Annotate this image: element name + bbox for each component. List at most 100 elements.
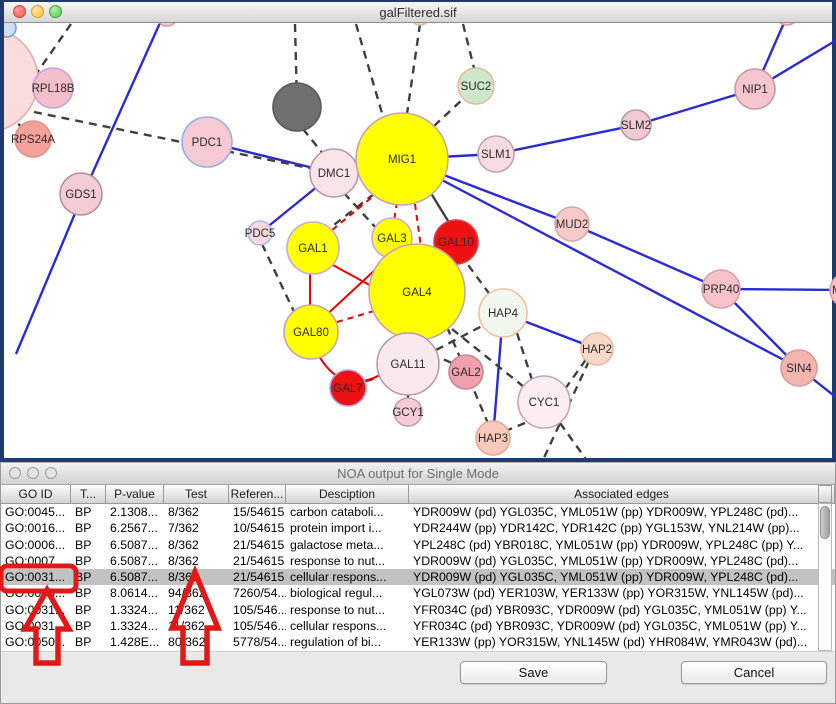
node-label-hap2: HAP2 <box>582 344 612 356</box>
node-label-hap4: HAP4 <box>488 308 519 320</box>
table-row[interactable]: GO:0031...BP1.3324...11/362105/546...cel… <box>1 618 835 634</box>
table-cell: GO:0007... <box>1 553 71 569</box>
table-cell: 1.3324... <box>106 602 164 618</box>
column-header-test[interactable]: Test <box>164 485 229 503</box>
table-cell: 2.1308... <box>106 504 164 520</box>
table-cell: GO:0031... <box>1 602 71 618</box>
column-header-p-value[interactable]: P-value <box>106 485 164 503</box>
vertical-scrollbar[interactable] <box>818 503 832 651</box>
node-label-gds1: GDS1 <box>65 189 96 201</box>
table-cell: YGL073W (pd) YER103W, YER133W (pp) YOR31… <box>409 585 835 601</box>
graph-edge-dash <box>560 423 588 460</box>
table-row[interactable]: GO:0007...BP6.5087...8/36221/54615respon… <box>1 553 835 569</box>
zoom-button[interactable] <box>49 5 62 18</box>
graph-edge-dash <box>34 112 319 170</box>
table-cell: carbon cataboli... <box>286 504 409 520</box>
node-label-nip1: NIP1 <box>742 84 768 96</box>
node-label-rpl18b: RPL18B <box>32 83 75 95</box>
table-cell: 8.0614... <box>106 585 164 601</box>
graph-edge-dash <box>303 129 324 155</box>
table-cell: BP <box>71 569 106 585</box>
node-label-gal2: GAL2 <box>451 367 480 379</box>
table-cell: BP <box>71 537 106 553</box>
minimize-button[interactable] <box>31 5 44 18</box>
table-cell: 80/362 <box>164 634 229 650</box>
table-cell: GO:0006... <box>1 537 71 553</box>
table-cell: YPL248C (pd) YBR018C, YML051W (pp) YDR00… <box>409 537 835 553</box>
zoom-button[interactable] <box>45 467 57 479</box>
table-cell: BP <box>71 585 106 601</box>
node-label-pdc5: PDC5 <box>245 228 276 240</box>
node-label-msl1: MSL1 <box>832 285 836 297</box>
node-label-rps24a: RPS24A <box>11 134 55 146</box>
graph-edge-reddash <box>337 311 374 322</box>
node-label-slm1: SLM1 <box>481 149 511 161</box>
table-cell: 6.5087... <box>106 553 164 569</box>
table-cell: biological regul... <box>286 585 409 601</box>
node-label-prp40: PRP40 <box>703 284 739 296</box>
noa-window-titlebar[interactable]: NOA output for Single Mode <box>1 463 835 485</box>
node-label-pdc1: PDC1 <box>192 137 223 149</box>
column-header-desciption[interactable]: Desciption <box>286 485 409 503</box>
table-cell: YDR244W (pp) YDR142C, YDR142C (pp) YGL15… <box>409 520 835 536</box>
table-cell: 21/54615 <box>229 553 286 569</box>
table-row[interactable]: GO:0065...BP8.0614...94/3627260/54...bio… <box>1 585 835 601</box>
node-label-suc2: SUC2 <box>461 81 492 93</box>
column-header-associated-edges[interactable]: Associated edges <box>409 485 835 503</box>
table-row[interactable]: GO:0016...BP6.2567...7/36210/54615protei… <box>1 520 835 536</box>
table-cell: 8/362 <box>164 537 229 553</box>
column-header-go-id[interactable]: GO ID <box>1 485 71 503</box>
minimize-button[interactable] <box>27 467 39 479</box>
table-row[interactable]: GO:0045...BP2.1308...8/36215/54615carbon… <box>1 504 835 520</box>
close-button[interactable] <box>13 5 26 18</box>
table-cell: GO:0050... <box>1 634 71 650</box>
table-cell: 10/54615 <box>229 520 286 536</box>
node-label-mig1: MIG1 <box>388 154 416 166</box>
screenshot-root: RPL18BRPS24AGDS1PDC1PDC5DMC1MIG1SUC2SLM1… <box>0 0 836 704</box>
table-cell: GO:0031... <box>1 569 71 585</box>
column-header-t-[interactable]: T... <box>71 485 106 503</box>
graph-window-title: galFiltered.sif <box>379 5 456 20</box>
table-cell: 8/362 <box>164 504 229 520</box>
cancel-button[interactable]: Cancel <box>681 661 827 684</box>
table-cell: 1.428E... <box>106 634 164 650</box>
table-row[interactable]: GO:0050...BP1.428E...80/3625778/54...reg… <box>1 634 835 650</box>
node-large-left[interactable] <box>4 28 38 132</box>
node-label-gal4: GAL4 <box>402 287 432 299</box>
table-row[interactable]: GO:0031...BP6.5087...8/36221/54615cellul… <box>1 569 835 585</box>
node-label-slm2: SLM2 <box>621 120 651 132</box>
table-cell: 7260/54... <box>229 585 286 601</box>
table-header-corner <box>818 485 832 503</box>
close-button[interactable] <box>9 467 21 479</box>
table-cell: 7/362 <box>164 520 229 536</box>
noa-window-controls <box>9 467 57 479</box>
table-cell: 105/546... <box>229 602 286 618</box>
table-cell: GO:0065... <box>1 585 71 601</box>
table-cell: 8/362 <box>164 569 229 585</box>
network-canvas[interactable]: RPL18BRPS24AGDS1PDC1PDC5DMC1MIG1SUC2SLM1… <box>4 2 836 460</box>
node-label-gal11: GAL11 <box>391 359 426 371</box>
node-label-hap3: HAP3 <box>478 433 508 445</box>
node-gray[interactable] <box>273 83 321 131</box>
table-cell: GO:0045... <box>1 504 71 520</box>
table-cell: GO:0016... <box>1 520 71 536</box>
table-cell: YER133W (pp) YOR315W, YNL145W (pd) YHR08… <box>409 634 835 650</box>
node-label-gal7: GAL7 <box>333 383 362 395</box>
table-cell: 15/54615 <box>229 504 286 520</box>
graph-window-titlebar[interactable]: galFiltered.sif <box>4 2 832 23</box>
table-cell: 6.2567... <box>106 520 164 536</box>
table-row[interactable]: GO:0031...BP1.3324...11/362105/546...res… <box>1 602 835 618</box>
scrollbar-thumb[interactable] <box>820 506 830 539</box>
table-cell: 8/362 <box>164 553 229 569</box>
table-row[interactable]: GO:0006...BP6.5087...8/36221/54615galact… <box>1 537 835 553</box>
table-cell: 94/362 <box>164 585 229 601</box>
table-cell: 21/54615 <box>229 537 286 553</box>
table-cell: BP <box>71 634 106 650</box>
column-header-referen-[interactable]: Referen... <box>229 485 286 503</box>
table-cell: response to nut... <box>286 602 409 618</box>
table-cell: BP <box>71 618 106 634</box>
table-cell: BP <box>71 602 106 618</box>
save-button[interactable]: Save <box>460 661 607 684</box>
graph-edge-dash <box>326 194 374 231</box>
noa-window-title: NOA output for Single Mode <box>337 466 499 481</box>
